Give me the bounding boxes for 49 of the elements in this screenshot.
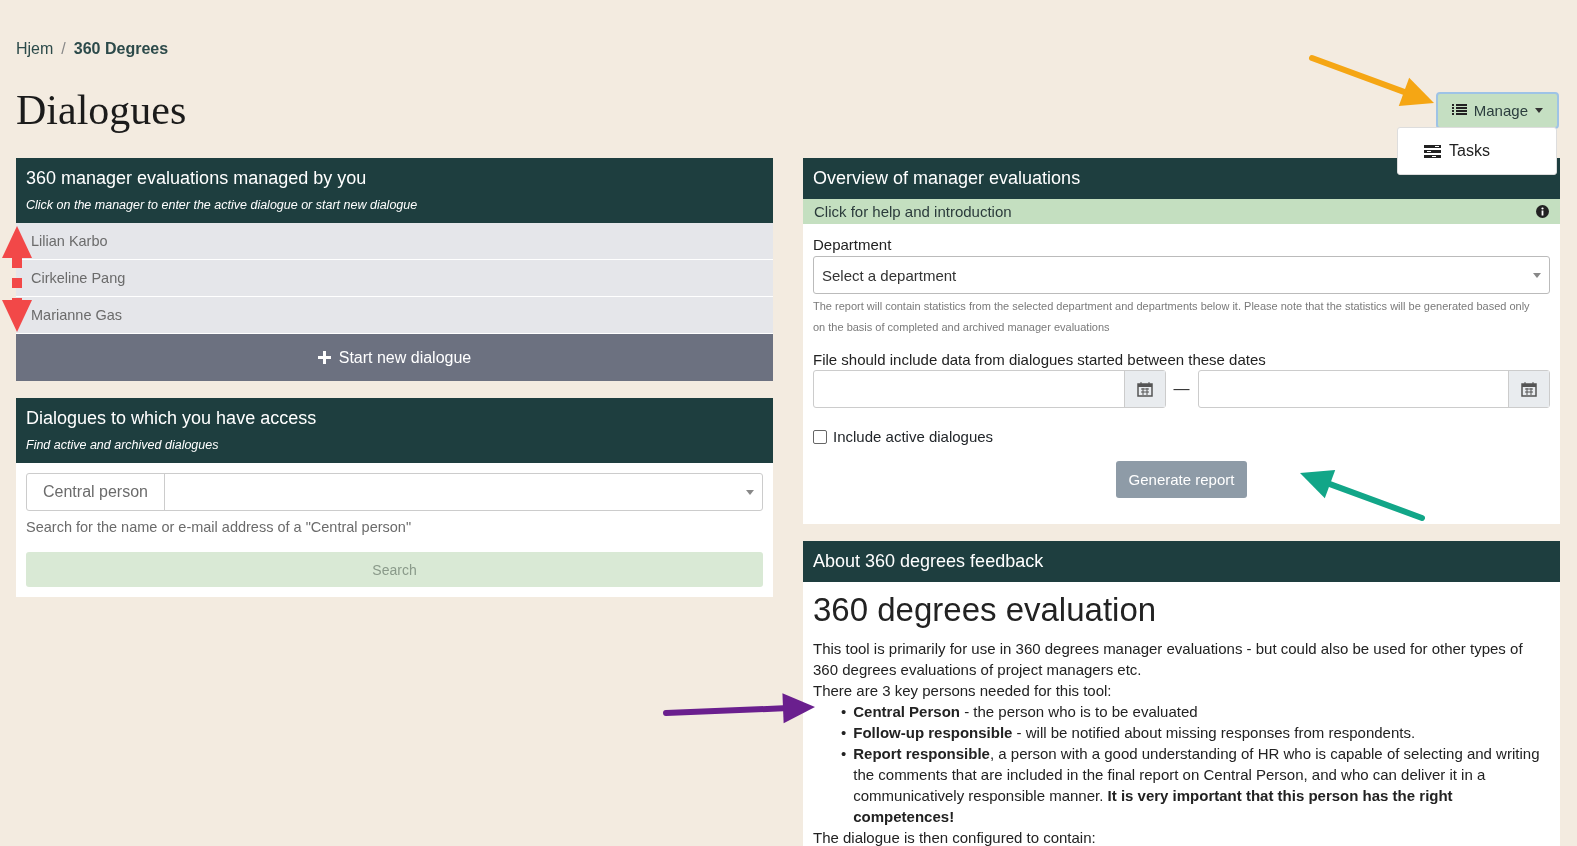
caret-icon xyxy=(1533,272,1541,278)
list-item: Report responsible, a person with a good understanding of HR who is capable of selecting and writing the comments that are included in the final report on Central Person, and who can deliver it in a communicatively responsible manner. It is very important that this person has the right competences! xyxy=(853,744,1541,827)
list-icon xyxy=(1451,104,1467,116)
central-person-field[interactable]: Central person xyxy=(26,473,763,511)
card-title: Dialogues to which you have access xyxy=(26,408,318,429)
help-text: The report will contain statistics from the selected department and departments below it. Please note that the statistics will be generated based only on the basis of completed and archived manager evaluations xyxy=(813,299,1531,335)
manager-item[interactable]: Lilian Karbo xyxy=(16,223,773,260)
bullet: • xyxy=(841,702,847,722)
section-heading: 360 degrees evaluation xyxy=(813,590,1158,630)
card-title: 360 manager evaluations managed by you xyxy=(26,168,368,189)
tasks-icon xyxy=(1424,144,1441,158)
manage-button[interactable]: Manage xyxy=(1435,91,1559,129)
help-link[interactable]: Click for help and introduction xyxy=(814,203,1012,220)
page-title: Dialogues xyxy=(16,86,187,134)
menu-item[interactable]: Tasks xyxy=(1398,136,1556,166)
breadcrumb-link[interactable]: Hjem xyxy=(16,40,54,58)
breadcrumb-separator: / xyxy=(61,40,66,58)
breadcrumb-link[interactable]: 360 Degrees xyxy=(73,40,169,58)
caret-icon xyxy=(746,489,754,495)
manager-item[interactable]: Cirkeline Pang xyxy=(16,260,773,297)
caret-icon xyxy=(1535,107,1543,113)
card-title: About 360 degrees feedback xyxy=(813,551,1045,572)
card-subtitle: Find active and archived dialogues xyxy=(26,438,220,452)
paragraph: This tool is primarily for use in 360 degrees manager evaluations - but could also be used for other types of 360 degrees evaluations of project managers etc. xyxy=(813,639,1524,680)
bullet: • xyxy=(841,744,847,764)
calendar-icon xyxy=(1521,381,1537,397)
date-field[interactable] xyxy=(813,370,1166,408)
field-label: Department xyxy=(813,236,893,253)
checkbox[interactable] xyxy=(813,429,827,444)
checkbox-label: Include active dialogues xyxy=(833,428,994,445)
field-label: Central person xyxy=(27,474,165,510)
manager-item[interactable]: Marianne Gas xyxy=(16,297,773,334)
calendar-icon xyxy=(1136,381,1153,397)
list-item: Follow-up responsible - will be notified about missing responses from respondents. xyxy=(853,723,1416,743)
date-field[interactable] xyxy=(1197,370,1550,408)
bullet: • xyxy=(841,723,847,743)
card-title: Overview of manager evaluations xyxy=(813,168,1082,189)
help-text: Search for the name or e-mail address of a "Central person" xyxy=(26,519,413,535)
info-icon xyxy=(1536,205,1549,218)
paragraph: The dialogue is then configured to contain: xyxy=(813,828,1097,846)
plus-icon xyxy=(317,351,331,364)
list-item: Central Person - the person who is to be evaluated xyxy=(853,702,1198,722)
range-dash: — xyxy=(1173,380,1190,398)
department-select[interactable]: Select a department xyxy=(813,256,1550,294)
help-bar[interactable]: Click for help and introduction xyxy=(803,199,1560,224)
card-subtitle: Click on the manager to enter the active dialogue or start new dialogue xyxy=(26,198,419,212)
start-dialogue-button[interactable]: Start new dialogue xyxy=(16,334,773,381)
paragraph: There are 3 key persons needed for this tool: xyxy=(813,681,1113,701)
field-label: File should include data from dialogues started between these dates xyxy=(813,351,1267,368)
